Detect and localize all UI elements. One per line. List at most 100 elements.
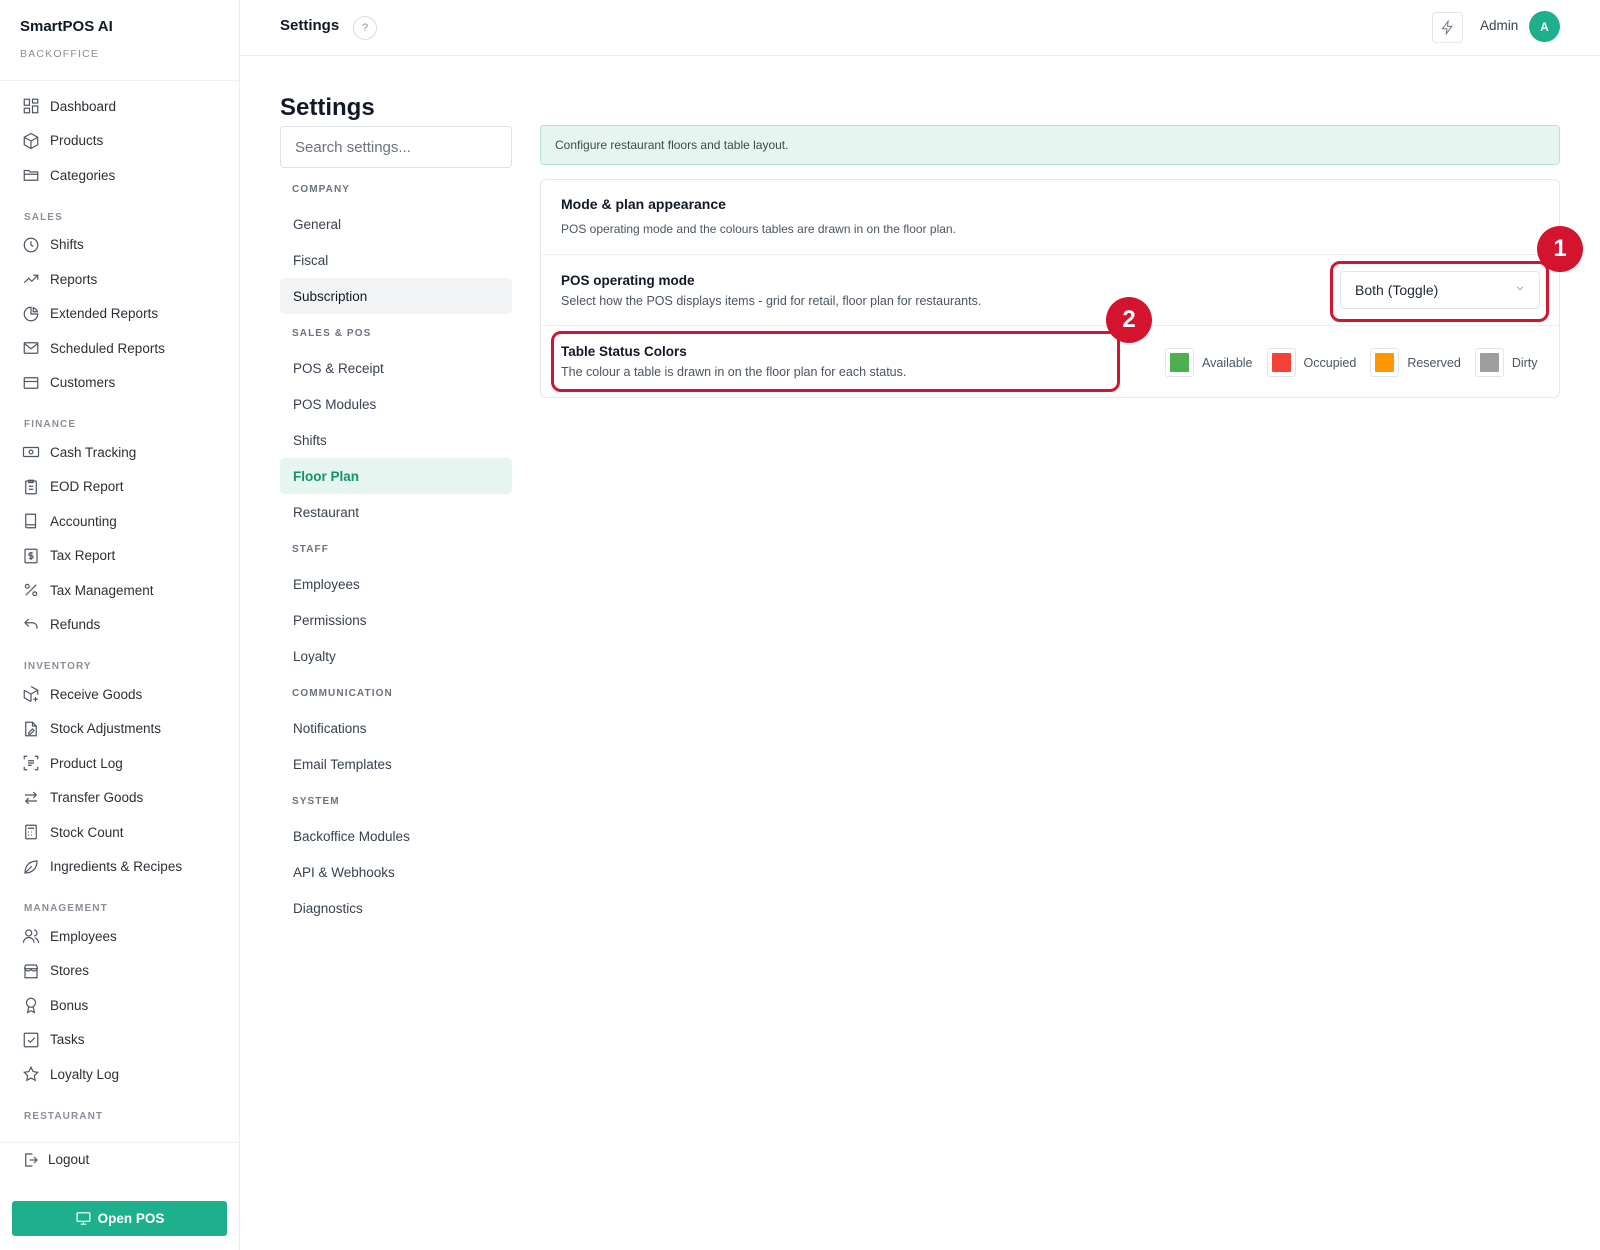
settings-item-permissions[interactable]: Permissions [280, 602, 512, 638]
settings-nav: COMPANY General Fiscal Subscription SALES & … [280, 170, 512, 926]
sidebar-section-inventory: INVENTORY [24, 661, 92, 672]
brand: SmartPOS AI BACKOFFICE [0, 0, 239, 81]
app-name: SmartPOS AI [20, 18, 113, 35]
sidebar-item-cash-tracking[interactable]: Cash Tracking [0, 435, 239, 470]
settings-item-api-and-webhooks[interactable]: API & Webhooks [280, 854, 512, 890]
sidebar-item-shifts[interactable]: Shifts [0, 228, 239, 263]
sidebar-item-ingredients-and-recipes[interactable]: Ingredients & Recipes [0, 850, 239, 885]
store-icon [22, 962, 40, 980]
help-icon[interactable]: ? [353, 16, 377, 40]
card-title: Mode & plan appearance [561, 196, 726, 212]
sidebar-section-restaurant: RESTAURANT [24, 1110, 104, 1122]
settings-item-shifts[interactable]: Shifts [280, 422, 512, 458]
package-plus-icon [22, 685, 40, 703]
sidebar-item-eod-report[interactable]: EOD Report [0, 470, 239, 505]
status-label: Available [1202, 355, 1253, 370]
dollar-doc-icon [22, 547, 40, 565]
bolt-icon [1441, 20, 1453, 35]
settings-item-diagnostics[interactable]: Diagnostics [280, 890, 512, 926]
open-pos-button[interactable]: Open POS [12, 1201, 227, 1236]
sidebar-item-label: EOD Report [50, 479, 124, 495]
settings-item-notifications[interactable]: Notifications [280, 710, 512, 746]
sidebar-item-employees[interactable]: Employees [0, 919, 239, 954]
percent-icon [22, 581, 40, 599]
box-icon [22, 132, 40, 150]
app-subtitle: BACKOFFICE [20, 48, 100, 60]
sidebar-item-extended-reports[interactable]: Extended Reports [0, 297, 239, 332]
annotation-highlight-2 [551, 331, 1120, 392]
settings-section-sales-and-pos: SALES & POS [292, 328, 372, 339]
color-picker-available[interactable] [1165, 348, 1194, 377]
open-pos-label: Open POS [97, 1211, 165, 1226]
clock-icon [22, 236, 40, 254]
settings-item-employees[interactable]: Employees [280, 566, 512, 602]
settings-section-staff: STAFF [292, 544, 329, 555]
settings-item-pos-and-receipt[interactable]: POS & Receipt [280, 350, 512, 386]
settings-item-floor-plan[interactable]: Floor Plan [280, 458, 512, 494]
sidebar-item-label: Stock Count [50, 824, 124, 840]
settings-item-general[interactable]: General [280, 206, 512, 242]
page-title: Settings [280, 94, 375, 121]
sidebar-item-tax-report[interactable]: Tax Report [0, 539, 239, 574]
sidebar-item-tax-management[interactable]: Tax Management [0, 573, 239, 608]
annotation-highlight-1 [1330, 261, 1549, 322]
sidebar-item-loyalty-log[interactable]: Loyalty Log [0, 1057, 239, 1092]
sidebar-item-categories[interactable]: Categories [0, 158, 239, 193]
doc-edit-icon [22, 720, 40, 738]
settings-item-restaurant[interactable]: Restaurant [280, 494, 512, 530]
color-fill [1375, 353, 1395, 372]
checkbox-icon [22, 1031, 40, 1049]
logout-label: Logout [48, 1152, 90, 1167]
sidebar-item-dashboard[interactable]: Dashboard [0, 89, 239, 124]
settings-item-subscription[interactable]: Subscription [280, 278, 512, 314]
settings-item-email-templates[interactable]: Email Templates [280, 746, 512, 782]
sidebar-item-stores[interactable]: Stores [0, 954, 239, 989]
sidebar-item-tasks[interactable]: Tasks [0, 1023, 239, 1058]
info-banner: Configure restaurant floors and table la… [540, 125, 1560, 165]
sidebar-item-label: Shifts [50, 237, 84, 253]
sidebar-item-receive-goods[interactable]: Receive Goods [0, 677, 239, 712]
annotation-badge-2: 2 [1106, 297, 1152, 343]
settings-item-loyalty[interactable]: Loyalty [280, 638, 512, 674]
sidebar-item-label: Dashboard [50, 98, 117, 114]
avatar[interactable]: A [1529, 11, 1560, 42]
sidebar-item-label: Loyalty Log [50, 1066, 120, 1082]
settings-item-pos-modules[interactable]: POS Modules [280, 386, 512, 422]
sidebar-item-reports[interactable]: Reports [0, 262, 239, 297]
card-header: Mode & plan appearance POS operating mod… [541, 180, 1559, 255]
sidebar-section-sales: SALES [24, 211, 63, 223]
sidebar-item-scheduled-reports[interactable]: Scheduled Reports [0, 331, 239, 366]
status-swatch-reserved: Reserved [1370, 348, 1461, 377]
status-color-swatches: Available Occupied Reserved Dirty [1165, 348, 1552, 377]
app-sidebar: SmartPOS AI BACKOFFICE Dashboard Products… [0, 0, 240, 1250]
settings-item-fiscal[interactable]: Fiscal [280, 242, 512, 278]
settings-search-input[interactable] [280, 126, 512, 168]
settings-section-system: SYSTEM [292, 796, 340, 807]
dashboard-icon [22, 97, 40, 115]
user-name[interactable]: Admin [1480, 18, 1518, 33]
color-picker-reserved[interactable] [1370, 348, 1400, 377]
sidebar-item-product-log[interactable]: Product Log [0, 746, 239, 781]
logout-button[interactable]: Logout [0, 1142, 239, 1176]
sidebar-item-products[interactable]: Products [0, 124, 239, 159]
color-picker-occupied[interactable] [1266, 348, 1296, 377]
sidebar-item-bonus[interactable]: Bonus [0, 988, 239, 1023]
sidebar-item-refunds[interactable]: Refunds [0, 608, 239, 643]
sidebar-item-label: Tax Report [50, 548, 116, 564]
sidebar-item-accounting[interactable]: Accounting [0, 504, 239, 539]
transfer-icon [22, 789, 40, 807]
status-swatch-available: Available [1165, 348, 1253, 377]
scan-list-icon [22, 754, 40, 772]
sidebar-section-finance: FINANCE [24, 419, 77, 430]
color-picker-dirty[interactable] [1474, 348, 1504, 377]
header-title: Settings [280, 17, 340, 34]
undo-icon [22, 616, 40, 634]
sidebar-item-stock-count[interactable]: Stock Count [0, 815, 239, 850]
sidebar-item-transfer-goods[interactable]: Transfer Goods [0, 781, 239, 816]
sidebar-item-stock-adjustments[interactable]: Stock Adjustments [0, 712, 239, 747]
users-icon [22, 927, 40, 945]
sidebar-item-label: Stock Adjustments [50, 721, 162, 737]
quick-actions-button[interactable] [1432, 12, 1463, 43]
sidebar-item-customers[interactable]: Customers [0, 366, 239, 401]
settings-item-backoffice-modules[interactable]: Backoffice Modules [280, 818, 512, 854]
